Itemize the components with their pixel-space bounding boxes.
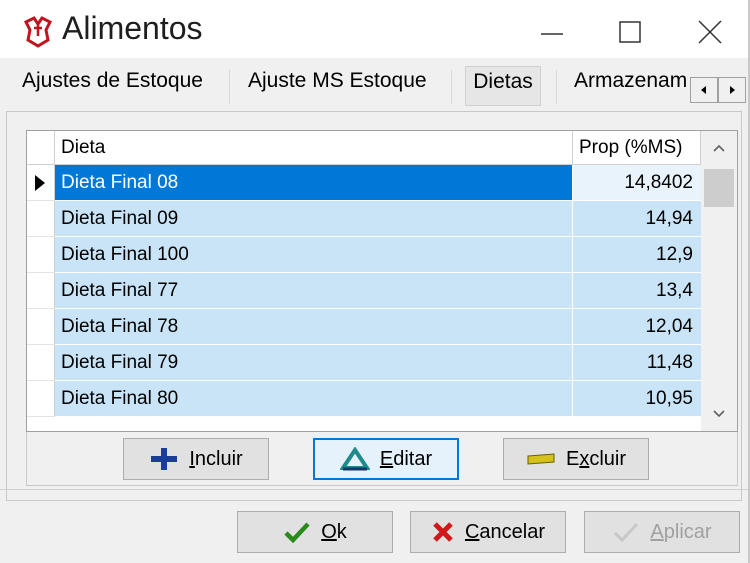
table-row[interactable]: Dieta Final 77 13,4 [27, 273, 701, 309]
grid-vertical-scrollbar[interactable] [701, 131, 737, 431]
x-cancel-icon [433, 522, 453, 542]
excluir-label: Excluir [565, 447, 626, 470]
cell-prop[interactable]: 10,95 [573, 381, 701, 417]
cancelar-button[interactable]: Cancelar [410, 511, 566, 553]
tab-separator [451, 70, 452, 104]
grid-header-dieta[interactable]: Dieta [55, 131, 573, 165]
cell-prop[interactable]: 12,9 [573, 237, 701, 273]
row-indicator [27, 381, 55, 417]
excluir-button[interactable]: Excluir [503, 438, 649, 480]
table-row[interactable]: Dieta Final 08 14,8402 [27, 165, 701, 201]
scroll-down-button[interactable] [701, 397, 737, 431]
row-indicator [27, 237, 55, 273]
minus-icon [527, 453, 555, 465]
cell-dieta[interactable]: Dieta Final 08 [55, 165, 573, 201]
tab-strip: Ajustes de Estoque Ajuste MS Estoque Die… [0, 58, 748, 110]
chevron-up-icon [713, 144, 725, 152]
table-row[interactable]: Dieta Final 79 11,48 [27, 345, 701, 381]
row-indicator [27, 309, 55, 345]
chevron-down-icon [713, 410, 725, 418]
incluir-label: Incluir [189, 447, 243, 470]
alimentos-window: Alimentos Ajustes de Estoque Ajuste MS E… [0, 0, 750, 563]
window-title: Alimentos [62, 10, 203, 46]
incluir-button[interactable]: Incluir [123, 438, 269, 480]
tab-armazenam[interactable]: Armazenam [566, 66, 690, 106]
table-row[interactable]: Dieta Final 80 10,95 [27, 381, 701, 417]
table-row[interactable]: Dieta Final 100 12,9 [27, 237, 701, 273]
row-indicator [27, 201, 55, 237]
grid-header-prop[interactable]: Prop (%MS) [573, 131, 701, 165]
cell-prop[interactable]: 14,94 [573, 201, 701, 237]
grid-toolbar: Incluir Editar Excluir [26, 432, 738, 486]
cell-dieta[interactable]: Dieta Final 79 [55, 345, 573, 381]
plus-icon [151, 448, 178, 470]
tab-ajustes-de-estoque[interactable]: Ajustes de Estoque [12, 66, 213, 106]
cell-prop[interactable]: 11,48 [573, 345, 701, 381]
triangle-edit-icon [339, 447, 370, 471]
divider [0, 489, 748, 490]
app-logo-icon [23, 16, 53, 48]
grid-header-indicator [27, 131, 55, 165]
current-row-pointer-icon [35, 175, 45, 191]
editar-button[interactable]: Editar [313, 438, 459, 480]
tab-dietas[interactable]: Dietas [465, 66, 541, 106]
editar-label: Editar [379, 447, 433, 470]
scroll-up-button[interactable] [701, 131, 737, 165]
ok-button[interactable]: Ok [237, 511, 393, 553]
arrow-right-icon [730, 86, 735, 94]
maximize-icon[interactable] [603, 10, 657, 54]
dietas-grid[interactable]: Dieta Prop (%MS) Dieta Final 08 14,8402 … [26, 130, 738, 432]
cell-prop[interactable]: 12,04 [573, 309, 701, 345]
table-row[interactable]: Dieta Final 09 14,94 [27, 201, 701, 237]
aplicar-button[interactable]: Aplicar [584, 511, 740, 553]
checkmark-disabled-icon [614, 522, 639, 543]
row-indicator [27, 345, 55, 381]
tab-scroll-left-button[interactable] [690, 77, 718, 103]
cell-dieta[interactable]: Dieta Final 78 [55, 309, 573, 345]
tab-separator [556, 70, 557, 104]
scroll-thumb[interactable] [704, 169, 734, 207]
row-indicator [27, 273, 55, 309]
cell-dieta[interactable]: Dieta Final 77 [55, 273, 573, 309]
tab-scroll-right-button[interactable] [718, 77, 746, 103]
close-icon[interactable] [683, 10, 737, 54]
arrow-left-icon [701, 86, 706, 94]
ok-label: Ok [321, 520, 347, 543]
row-indicator [27, 165, 55, 201]
cell-prop[interactable]: 13,4 [573, 273, 701, 309]
cell-dieta[interactable]: Dieta Final 09 [55, 201, 573, 237]
cell-dieta[interactable]: Dieta Final 100 [55, 237, 573, 273]
tab-separator [229, 70, 230, 104]
minimize-icon[interactable] [525, 10, 579, 54]
checkmark-icon [284, 522, 310, 544]
table-row[interactable]: Dieta Final 78 12,04 [27, 309, 701, 345]
cell-prop[interactable]: 14,8402 [573, 165, 701, 201]
cancelar-label: Cancelar [464, 520, 546, 543]
tab-ajuste-ms-estoque[interactable]: Ajuste MS Estoque [238, 66, 437, 106]
aplicar-label: Aplicar [650, 520, 712, 543]
cell-dieta[interactable]: Dieta Final 80 [55, 381, 573, 417]
